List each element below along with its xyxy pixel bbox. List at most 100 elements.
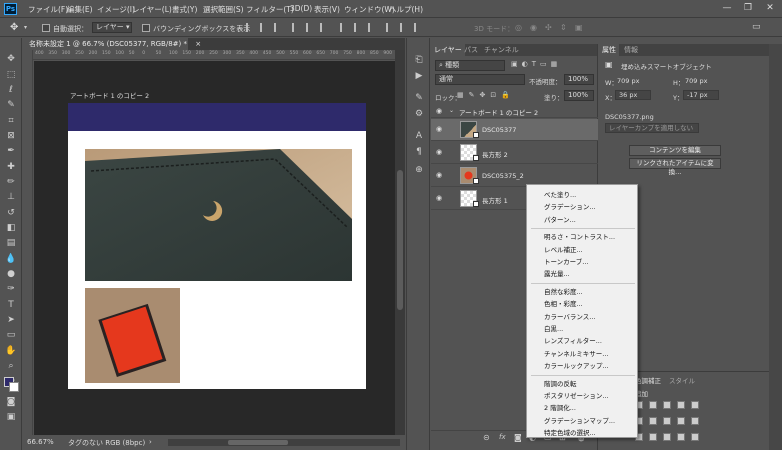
move-tool-icon[interactable]: ✥ [10, 22, 18, 33]
menu-file[interactable]: ファイル(F) [28, 4, 68, 15]
height-value[interactable]: 709 px [685, 77, 707, 85]
tab-adjustments[interactable]: 色調補正 [635, 375, 661, 385]
vibrance-adj-icon[interactable] [691, 401, 699, 409]
zoom-tool-icon[interactable]: ⌕ [5, 361, 17, 372]
leather-wallet-photo[interactable] [85, 149, 352, 281]
context-menu-item[interactable]: ポスタリゼーション... [544, 390, 609, 400]
actions-panel-icon[interactable]: ▶ [413, 70, 425, 82]
visibility-eye-icon[interactable]: ◉ [436, 195, 445, 202]
artboard-label[interactable]: アートボード 1 のコピー 2 [70, 90, 149, 100]
hand-tool-icon[interactable]: ✋ [5, 346, 17, 357]
history-panel-icon[interactable]: ⎗ [413, 54, 425, 66]
convert-linked-button[interactable]: リンクされたアイテムに変換... [629, 158, 721, 176]
context-menu-item[interactable]: グラデーション... [544, 201, 596, 211]
shape-tool-icon[interactable]: ▭ [5, 330, 17, 341]
eraser-tool-icon[interactable]: ◧ [5, 223, 17, 234]
layer-name[interactable]: 長方形 1 [482, 195, 508, 205]
background-color-swatch[interactable] [9, 382, 19, 392]
context-menu-item[interactable]: グラデーションマップ... [544, 415, 615, 425]
navy-rectangle[interactable] [68, 103, 366, 131]
layer-filter-icons[interactable]: ▣◐T▭▦ [511, 60, 561, 68]
context-menu-item[interactable]: レベル補正... [544, 244, 583, 254]
edit-contents-button[interactable]: コンテンツを編集 [629, 145, 721, 156]
layer-name[interactable]: DSC05375_2 [482, 172, 524, 180]
workspace-icon[interactable]: ▭ [752, 22, 761, 32]
color-balance-adj-icon[interactable] [649, 417, 657, 425]
3d-rotate-icon[interactable]: ◎ [515, 23, 522, 32]
auto-select-dropdown[interactable]: レイヤー ▾ [92, 22, 132, 33]
visibility-eye-icon[interactable]: ◉ [436, 126, 445, 133]
context-menu-item[interactable]: 階調の反転 [544, 378, 577, 388]
y-input[interactable]: -17 px [683, 90, 719, 100]
auto-select-checkbox[interactable] [42, 24, 50, 32]
fx-icon[interactable]: fx [499, 433, 506, 441]
blur-tool-icon[interactable]: 💧 [5, 254, 17, 265]
lock-icons[interactable]: ▦✎✥⊡🔒 [457, 91, 515, 99]
minimize-button[interactable]: — [717, 2, 737, 15]
menu-edit[interactable]: 編集(E) [67, 4, 93, 15]
x-input[interactable]: 36 px [615, 90, 651, 100]
lasso-tool-icon[interactable]: ℓ [5, 85, 17, 96]
3d-slide-icon[interactable]: ⇕ [560, 23, 567, 32]
tool-preset-chevron-icon[interactable]: ▾ [24, 24, 27, 31]
brush-panel-icon[interactable]: ✎ [413, 92, 425, 104]
context-menu-item[interactable]: べた塗り... [544, 189, 576, 199]
red-notebook-photo[interactable] [85, 288, 180, 383]
menu-help[interactable]: ヘルプ(H) [389, 4, 423, 15]
screen-mode-icon[interactable]: ▣ [5, 412, 17, 423]
align-center-icon[interactable] [260, 23, 269, 32]
pen-tool-icon[interactable]: ✑ [5, 284, 17, 295]
3d-roll-icon[interactable]: ◉ [530, 23, 537, 32]
status-menu-arrow[interactable]: › [149, 438, 152, 446]
width-value[interactable]: 709 px [617, 77, 639, 85]
layer-row[interactable]: ◉ 長方形 2 [431, 142, 598, 164]
context-menu-item[interactable]: 2 階調化... [544, 402, 576, 412]
eyedropper-tool-icon[interactable]: ✒ [5, 146, 17, 157]
align-middle-icon[interactable] [306, 23, 315, 32]
context-menu-item[interactable]: 白黒... [544, 323, 563, 333]
menu-type[interactable]: 書式(Y) [172, 4, 197, 15]
align-bottom-icon[interactable] [320, 23, 329, 32]
distribute-center-icon[interactable] [400, 23, 409, 32]
menu-window[interactable]: ウィンドウ(W) [344, 4, 395, 15]
visibility-eye-icon[interactable]: ◉ [436, 172, 445, 179]
scroll-thumb[interactable] [397, 170, 403, 310]
brush-tool-icon[interactable]: ✏ [5, 177, 17, 188]
glyphs-panel-icon[interactable]: ⊕ [413, 164, 425, 176]
expand-chevron-icon[interactable]: ⌄ [449, 107, 454, 114]
context-menu-item[interactable]: 自然な彩度... [544, 286, 583, 296]
visibility-eye-icon[interactable]: ◉ [436, 108, 445, 115]
type-tool-icon[interactable]: T [5, 300, 17, 311]
tab-properties[interactable]: 属性 [599, 44, 619, 56]
3d-scale-icon[interactable]: ▣ [575, 23, 583, 32]
tab-styles[interactable]: スタイル [669, 375, 695, 385]
tab-layers[interactable]: レイヤー [431, 44, 465, 56]
distribute-left-icon[interactable] [386, 23, 395, 32]
context-menu-item[interactable]: チャンネルミキサー... [544, 348, 609, 358]
curves-adj-icon[interactable] [663, 401, 671, 409]
tab-channels[interactable]: チャンネル [481, 44, 522, 56]
context-menu-item[interactable]: レンズフィルター... [544, 335, 602, 345]
tab-info[interactable]: 情報 [621, 44, 641, 56]
distribute-top-icon[interactable] [340, 23, 349, 32]
hscroll-thumb[interactable] [228, 440, 288, 445]
menu-layer[interactable]: レイヤー(L) [132, 4, 172, 15]
maximize-button[interactable]: ❐ [738, 2, 758, 15]
visibility-eye-icon[interactable]: ◉ [436, 149, 445, 156]
align-right-icon[interactable] [274, 23, 283, 32]
close-window-button[interactable]: ✕ [760, 2, 780, 15]
artboard-group-row[interactable]: ◉ ⌄ アートボード 1 のコピー 2 [431, 104, 598, 118]
dodge-tool-icon[interactable]: ● [5, 269, 17, 280]
zoom-level[interactable]: 66.67% [27, 438, 54, 446]
quick-select-tool-icon[interactable]: ✎ [5, 100, 17, 111]
top-ruler[interactable]: 400 350 300 250 200 150 100 50 0 50 100 150 200 250 30… [33, 50, 395, 60]
threshold-adj-icon[interactable] [663, 433, 671, 441]
gradient-tool-icon[interactable]: ▤ [5, 238, 17, 249]
blend-mode-dropdown[interactable]: 通常 [435, 74, 525, 85]
photo-filter-adj-icon[interactable] [677, 417, 685, 425]
levels-adj-icon[interactable] [649, 401, 657, 409]
move-tool-icon[interactable]: ✥ [5, 54, 17, 65]
layer-row[interactable]: ◉ DSC05377 [431, 119, 598, 141]
layer-name[interactable]: 長方形 2 [482, 149, 508, 159]
mask-icon[interactable]: ◙ [514, 433, 522, 442]
